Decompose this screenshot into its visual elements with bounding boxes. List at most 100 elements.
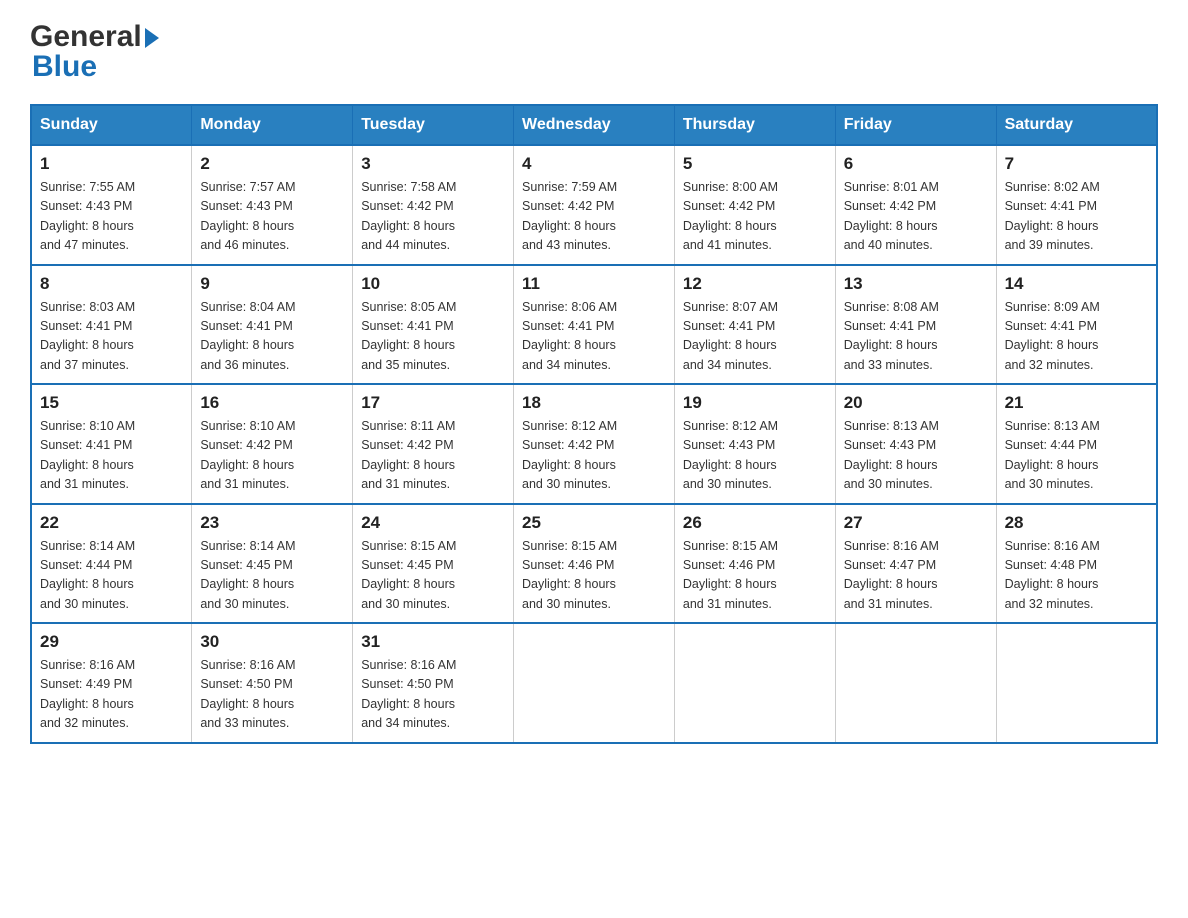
calendar-day-cell: 7 Sunrise: 8:02 AM Sunset: 4:41 PM Dayli… (996, 145, 1157, 265)
day-info: Sunrise: 7:57 AM Sunset: 4:43 PM Dayligh… (200, 178, 344, 256)
calendar-day-cell: 25 Sunrise: 8:15 AM Sunset: 4:46 PM Dayl… (514, 504, 675, 624)
day-info: Sunrise: 8:00 AM Sunset: 4:42 PM Dayligh… (683, 178, 827, 256)
day-number: 3 (361, 154, 505, 174)
day-info: Sunrise: 8:09 AM Sunset: 4:41 PM Dayligh… (1005, 298, 1148, 376)
calendar-day-cell: 28 Sunrise: 8:16 AM Sunset: 4:48 PM Dayl… (996, 504, 1157, 624)
calendar-day-cell: 21 Sunrise: 8:13 AM Sunset: 4:44 PM Dayl… (996, 384, 1157, 504)
day-number: 28 (1005, 513, 1148, 533)
day-number: 6 (844, 154, 988, 174)
day-number: 1 (40, 154, 183, 174)
logo-blue: Blue (32, 50, 97, 83)
calendar-day-cell (835, 623, 996, 743)
calendar-day-cell: 26 Sunrise: 8:15 AM Sunset: 4:46 PM Dayl… (674, 504, 835, 624)
day-info: Sunrise: 8:08 AM Sunset: 4:41 PM Dayligh… (844, 298, 988, 376)
day-number: 31 (361, 632, 505, 652)
day-info: Sunrise: 8:01 AM Sunset: 4:42 PM Dayligh… (844, 178, 988, 256)
day-info: Sunrise: 8:13 AM Sunset: 4:44 PM Dayligh… (1005, 417, 1148, 495)
day-info: Sunrise: 8:11 AM Sunset: 4:42 PM Dayligh… (361, 417, 505, 495)
calendar-day-cell: 12 Sunrise: 8:07 AM Sunset: 4:41 PM Dayl… (674, 265, 835, 385)
day-number: 22 (40, 513, 183, 533)
day-number: 13 (844, 274, 988, 294)
day-number: 15 (40, 393, 183, 413)
calendar-day-cell: 23 Sunrise: 8:14 AM Sunset: 4:45 PM Dayl… (192, 504, 353, 624)
day-info: Sunrise: 8:16 AM Sunset: 4:47 PM Dayligh… (844, 537, 988, 615)
day-info: Sunrise: 8:10 AM Sunset: 4:41 PM Dayligh… (40, 417, 183, 495)
day-number: 16 (200, 393, 344, 413)
calendar-day-cell: 19 Sunrise: 8:12 AM Sunset: 4:43 PM Dayl… (674, 384, 835, 504)
calendar-week-row: 1 Sunrise: 7:55 AM Sunset: 4:43 PM Dayli… (31, 145, 1157, 265)
page-header: General Blue (30, 20, 1158, 84)
logo-general: General (30, 20, 142, 54)
day-info: Sunrise: 8:03 AM Sunset: 4:41 PM Dayligh… (40, 298, 183, 376)
day-number: 5 (683, 154, 827, 174)
calendar-day-cell: 2 Sunrise: 7:57 AM Sunset: 4:43 PM Dayli… (192, 145, 353, 265)
calendar-day-cell: 29 Sunrise: 8:16 AM Sunset: 4:49 PM Dayl… (31, 623, 192, 743)
day-number: 17 (361, 393, 505, 413)
weekday-header-sunday: Sunday (31, 105, 192, 145)
day-info: Sunrise: 8:16 AM Sunset: 4:50 PM Dayligh… (361, 656, 505, 734)
calendar-day-cell: 5 Sunrise: 8:00 AM Sunset: 4:42 PM Dayli… (674, 145, 835, 265)
logo: General Blue (30, 20, 159, 84)
calendar-day-cell: 9 Sunrise: 8:04 AM Sunset: 4:41 PM Dayli… (192, 265, 353, 385)
calendar-day-cell: 1 Sunrise: 7:55 AM Sunset: 4:43 PM Dayli… (31, 145, 192, 265)
day-info: Sunrise: 8:14 AM Sunset: 4:45 PM Dayligh… (200, 537, 344, 615)
calendar-day-cell: 24 Sunrise: 8:15 AM Sunset: 4:45 PM Dayl… (353, 504, 514, 624)
day-info: Sunrise: 8:15 AM Sunset: 4:46 PM Dayligh… (683, 537, 827, 615)
calendar-day-cell: 15 Sunrise: 8:10 AM Sunset: 4:41 PM Dayl… (31, 384, 192, 504)
calendar-week-row: 29 Sunrise: 8:16 AM Sunset: 4:49 PM Dayl… (31, 623, 1157, 743)
day-number: 26 (683, 513, 827, 533)
day-number: 24 (361, 513, 505, 533)
calendar-day-cell (674, 623, 835, 743)
calendar-day-cell: 27 Sunrise: 8:16 AM Sunset: 4:47 PM Dayl… (835, 504, 996, 624)
day-number: 20 (844, 393, 988, 413)
day-number: 2 (200, 154, 344, 174)
calendar-day-cell: 6 Sunrise: 8:01 AM Sunset: 4:42 PM Dayli… (835, 145, 996, 265)
calendar-day-cell: 30 Sunrise: 8:16 AM Sunset: 4:50 PM Dayl… (192, 623, 353, 743)
day-info: Sunrise: 8:13 AM Sunset: 4:43 PM Dayligh… (844, 417, 988, 495)
calendar-day-cell: 22 Sunrise: 8:14 AM Sunset: 4:44 PM Dayl… (31, 504, 192, 624)
calendar-table: SundayMondayTuesdayWednesdayThursdayFrid… (30, 104, 1158, 744)
day-number: 4 (522, 154, 666, 174)
day-info: Sunrise: 7:59 AM Sunset: 4:42 PM Dayligh… (522, 178, 666, 256)
day-info: Sunrise: 8:16 AM Sunset: 4:48 PM Dayligh… (1005, 537, 1148, 615)
day-number: 29 (40, 632, 183, 652)
calendar-day-cell: 4 Sunrise: 7:59 AM Sunset: 4:42 PM Dayli… (514, 145, 675, 265)
day-number: 14 (1005, 274, 1148, 294)
day-number: 9 (200, 274, 344, 294)
weekday-header-wednesday: Wednesday (514, 105, 675, 145)
weekday-header-monday: Monday (192, 105, 353, 145)
calendar-week-row: 22 Sunrise: 8:14 AM Sunset: 4:44 PM Dayl… (31, 504, 1157, 624)
calendar-header-row: SundayMondayTuesdayWednesdayThursdayFrid… (31, 105, 1157, 145)
day-number: 8 (40, 274, 183, 294)
day-info: Sunrise: 8:04 AM Sunset: 4:41 PM Dayligh… (200, 298, 344, 376)
day-info: Sunrise: 8:10 AM Sunset: 4:42 PM Dayligh… (200, 417, 344, 495)
calendar-day-cell: 3 Sunrise: 7:58 AM Sunset: 4:42 PM Dayli… (353, 145, 514, 265)
day-info: Sunrise: 8:15 AM Sunset: 4:46 PM Dayligh… (522, 537, 666, 615)
day-number: 30 (200, 632, 344, 652)
calendar-day-cell: 16 Sunrise: 8:10 AM Sunset: 4:42 PM Dayl… (192, 384, 353, 504)
calendar-day-cell: 8 Sunrise: 8:03 AM Sunset: 4:41 PM Dayli… (31, 265, 192, 385)
calendar-day-cell: 11 Sunrise: 8:06 AM Sunset: 4:41 PM Dayl… (514, 265, 675, 385)
day-info: Sunrise: 7:58 AM Sunset: 4:42 PM Dayligh… (361, 178, 505, 256)
day-number: 23 (200, 513, 344, 533)
calendar-day-cell: 14 Sunrise: 8:09 AM Sunset: 4:41 PM Dayl… (996, 265, 1157, 385)
weekday-header-thursday: Thursday (674, 105, 835, 145)
day-number: 25 (522, 513, 666, 533)
calendar-day-cell (996, 623, 1157, 743)
logo-arrow-icon (145, 28, 159, 48)
calendar-day-cell: 20 Sunrise: 8:13 AM Sunset: 4:43 PM Dayl… (835, 384, 996, 504)
calendar-day-cell: 13 Sunrise: 8:08 AM Sunset: 4:41 PM Dayl… (835, 265, 996, 385)
day-number: 10 (361, 274, 505, 294)
calendar-week-row: 8 Sunrise: 8:03 AM Sunset: 4:41 PM Dayli… (31, 265, 1157, 385)
weekday-header-tuesday: Tuesday (353, 105, 514, 145)
day-info: Sunrise: 8:02 AM Sunset: 4:41 PM Dayligh… (1005, 178, 1148, 256)
day-info: Sunrise: 8:16 AM Sunset: 4:50 PM Dayligh… (200, 656, 344, 734)
weekday-header-saturday: Saturday (996, 105, 1157, 145)
calendar-day-cell (514, 623, 675, 743)
calendar-day-cell: 31 Sunrise: 8:16 AM Sunset: 4:50 PM Dayl… (353, 623, 514, 743)
calendar-day-cell: 10 Sunrise: 8:05 AM Sunset: 4:41 PM Dayl… (353, 265, 514, 385)
day-number: 7 (1005, 154, 1148, 174)
day-number: 12 (683, 274, 827, 294)
day-info: Sunrise: 8:15 AM Sunset: 4:45 PM Dayligh… (361, 537, 505, 615)
day-number: 11 (522, 274, 666, 294)
